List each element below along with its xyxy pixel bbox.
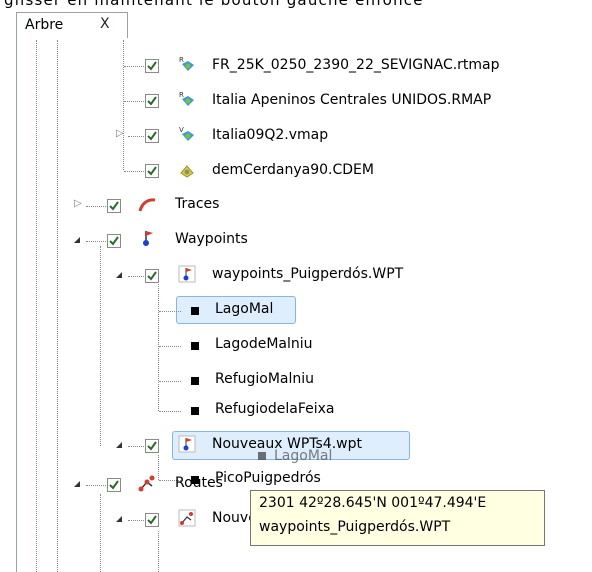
checkbox[interactable] (145, 59, 159, 73)
waypoint-square-icon (191, 342, 199, 350)
tree-guide (123, 40, 124, 170)
waypoint-square-icon (258, 452, 266, 460)
waypoint-square-icon (191, 307, 199, 315)
raster-map-icon: R (179, 56, 194, 71)
checkbox[interactable] (145, 439, 159, 453)
checkbox[interactable] (145, 269, 159, 283)
tooltip-file: waypoints_Puigperdós.WPT (259, 519, 451, 535)
svg-text:V: V (179, 126, 184, 134)
tree-item-label[interactable]: waypoints_Puigperdós.WPT (212, 266, 403, 282)
tab-close-icon[interactable]: X (100, 16, 110, 32)
expand-open-icon[interactable] (74, 237, 80, 243)
tree-item-label[interactable]: Italia Apeninos Centrales UNIDOS.RMAP (212, 92, 491, 108)
tree-guide (36, 40, 37, 572)
expand-closed-icon[interactable]: ▷ (116, 128, 124, 139)
expand-open-icon[interactable] (116, 442, 122, 448)
expand-open-icon[interactable] (116, 516, 122, 522)
waypoint-file-icon (178, 435, 196, 453)
tree-item-label[interactable]: Italia09Q2.vmap (212, 127, 328, 143)
checkbox[interactable] (145, 513, 159, 527)
waypoint-flag-icon (143, 231, 153, 246)
waypoint-tooltip: 2301 42º28.645'N 001º47.494'E waypoints_… (250, 490, 545, 546)
tree-guide (158, 531, 159, 572)
checkbox[interactable] (107, 199, 121, 213)
waypoint-square-icon (191, 377, 199, 385)
waypoint-file-icon (178, 265, 196, 283)
checkbox[interactable] (145, 164, 159, 178)
checkbox[interactable] (107, 234, 121, 248)
tree-guide (57, 40, 58, 572)
tree-item-label[interactable]: FR_25K_0250_2390_22_SEVIGNAC.rtmap (212, 57, 500, 73)
tree-item-label[interactable]: LagodeMalniu (215, 336, 313, 352)
expand-closed-icon[interactable]: ▷ (74, 198, 82, 209)
drag-ghost: LagoMal (258, 448, 332, 464)
tooltip-coordinates: 2301 42º28.645'N 001º47.494'E (259, 495, 487, 511)
drag-ghost-label: LagoMal (274, 448, 333, 464)
svg-text:R: R (179, 91, 184, 99)
svg-text:R: R (179, 56, 184, 64)
trace-icon (138, 198, 156, 212)
instruction-text: glisser en maintenant le bouton gauche e… (4, 0, 424, 9)
checkbox[interactable] (107, 478, 121, 492)
tree-guide (158, 455, 159, 480)
expand-open-icon[interactable] (74, 481, 80, 487)
route-file-icon (178, 509, 196, 527)
expand-open-icon[interactable] (116, 272, 122, 278)
tree-item-label[interactable]: demCerdanya90.CDEM (212, 162, 374, 178)
route-icon (138, 475, 155, 492)
vector-map-icon: V (179, 126, 194, 141)
tree-item-label[interactable]: RefugioMalniu (215, 371, 314, 387)
tree-item-routes[interactable]: Routes (175, 475, 223, 491)
tab-arbre[interactable]: Arbre X (16, 12, 128, 38)
raster-map-icon: R (179, 91, 194, 106)
tree-item-label[interactable]: LagoMal (215, 301, 273, 317)
tree-item-waypoints[interactable]: Waypoints (175, 231, 248, 247)
dem-icon (180, 165, 194, 178)
tree-item-traces[interactable]: Traces (175, 196, 219, 212)
tree-item-label[interactable]: PicoPuigpedrós (215, 470, 321, 486)
waypoint-square-icon (191, 407, 199, 415)
checkbox[interactable] (145, 94, 159, 108)
tree-item-label[interactable]: RefugiodelaFeixa (215, 401, 334, 417)
tab-label: Arbre (25, 17, 64, 33)
checkbox[interactable] (145, 129, 159, 143)
tree-guide (100, 246, 101, 446)
tree-guide (100, 494, 101, 572)
